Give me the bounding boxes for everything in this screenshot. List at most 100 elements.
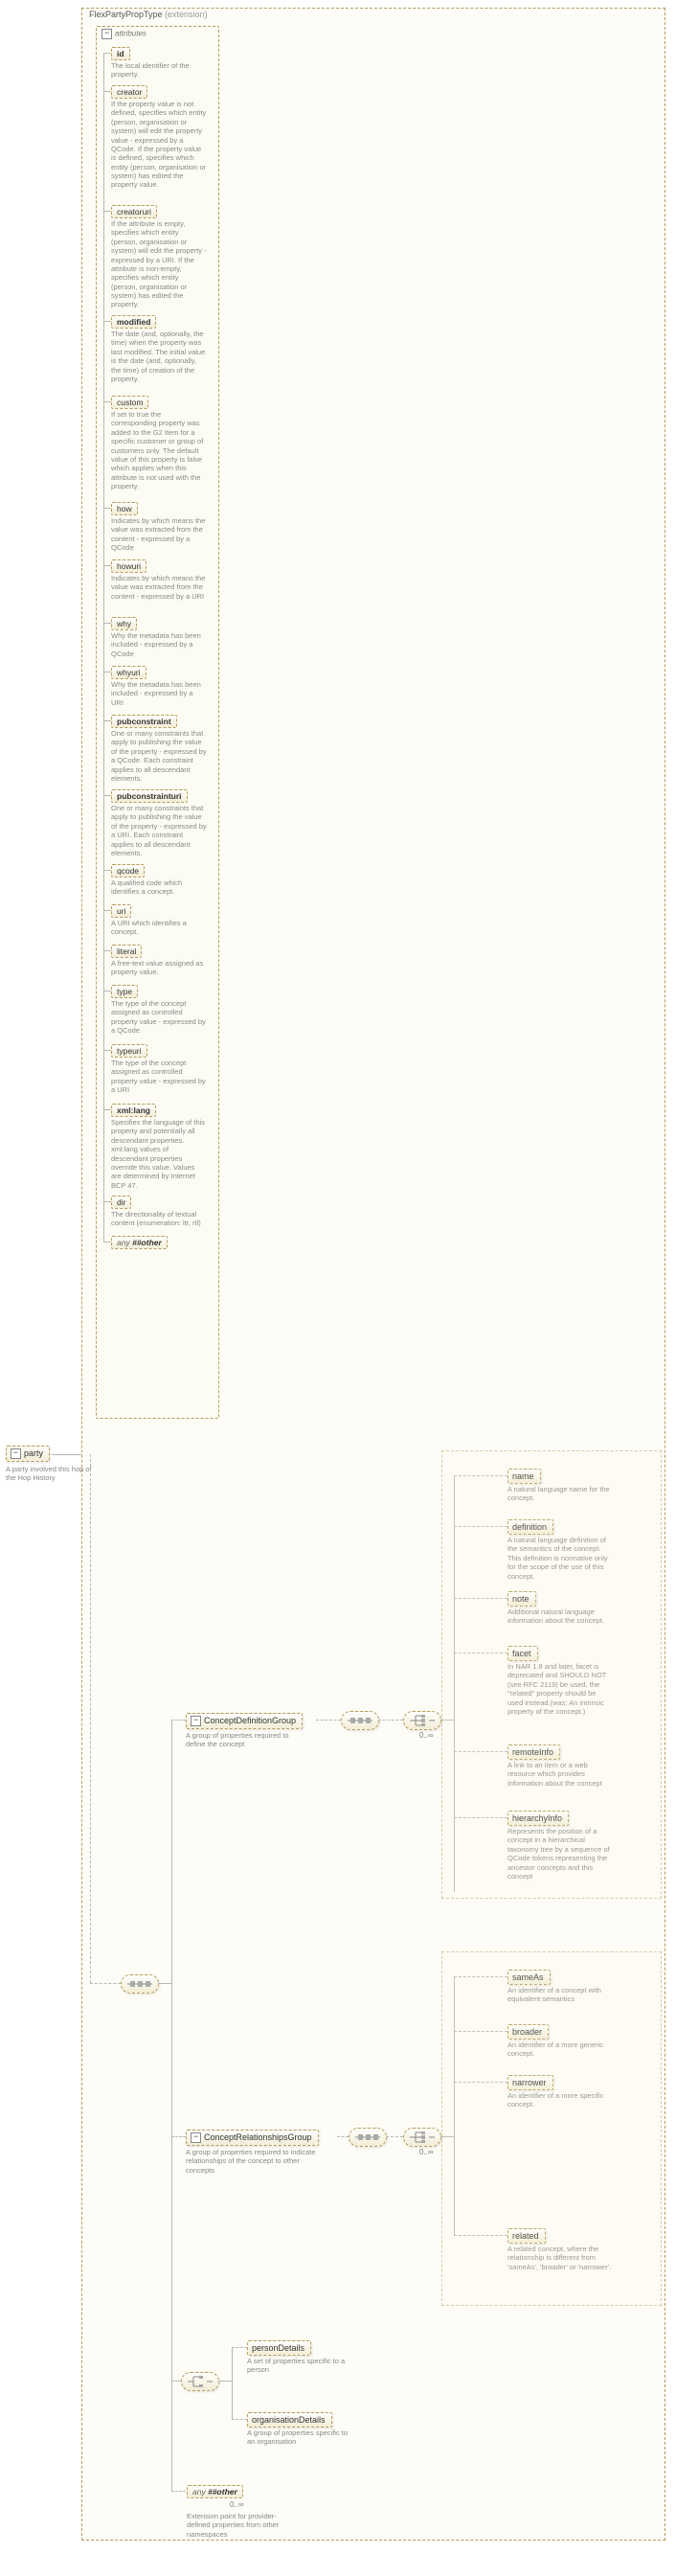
attr-xmllang[interactable]: xml:lang [111,1104,156,1117]
group-box-cdg [441,1450,662,1899]
attr-typeuri-label: typeuri [117,1046,142,1056]
connector [232,2419,247,2420]
connector [103,870,111,871]
node-organisationdetails-label: organisationDetails [252,2415,326,2425]
attr-pubconstrainturi[interactable]: pubconstrainturi [111,789,188,803]
node-conceptrelationshipsgroup[interactable]: −ConceptRelationshipsGroup [186,2130,319,2146]
connector [103,321,111,322]
attr-how-desc: Indicates by which means the value was e… [111,516,207,553]
node-any-other-desc: Extension point for provider-defined pro… [187,2512,292,2539]
attr-creator-desc: If the property value is not defined, sp… [111,100,207,190]
compositor-sequence-main[interactable] [121,1974,159,1994]
node-organisationdetails[interactable]: organisationDetails [247,2412,332,2428]
attr-qcode[interactable]: qcode [111,864,145,878]
attributes-label: −attributes [115,29,146,39]
attr-dir[interactable]: dir [111,1196,131,1209]
connector [52,1454,81,1455]
attr-pubconstraint[interactable]: pubconstraint [111,715,177,728]
attr-why[interactable]: why [111,617,137,630]
attr-why-desc: Why the metadata has been included - exp… [111,631,207,658]
collapse-icon[interactable]: − [191,1716,201,1726]
compositor-sequence-cdg[interactable] [341,1711,379,1730]
attr-qcode-label: qcode [117,866,139,876]
attr-modified[interactable]: modified [111,315,156,329]
attr-how-label: how [117,504,132,513]
sequence-icon [348,1715,372,1726]
attr-id[interactable]: id [111,47,130,60]
node-any-other[interactable]: any ##other [187,2485,243,2498]
connector [171,2381,181,2382]
connector [103,1050,111,1051]
group-box-crg [441,1951,662,2306]
attr-modified-desc: The date (and, optionally, the time) whe… [111,330,207,383]
attr-howuri[interactable]: howuri [111,559,146,573]
attr-dir-label: dir [117,1197,125,1207]
attr-how[interactable]: how [111,502,138,515]
node-organisationdetails-desc: A group of properties specific to an org… [247,2428,352,2447]
collapse-icon[interactable]: − [101,29,112,39]
connector [103,720,111,721]
node-party[interactable]: −party [6,1446,50,1462]
connector [171,2491,186,2492]
collapse-icon[interactable]: − [11,1448,21,1459]
compositor-choice-entity[interactable] [181,2372,219,2391]
sequence-icon [127,1978,152,1990]
extension-title: FlexPartyPropType (extension) [89,10,208,19]
attr-any-label: ##other [132,1238,162,1247]
attr-whyuri[interactable]: whyuri [111,666,146,679]
attr-type[interactable]: type [111,985,138,998]
connector [232,2347,247,2348]
crg-desc: A group of properties required to indica… [186,2148,329,2175]
attr-uri[interactable]: uri [111,904,131,918]
connector [103,910,111,911]
attr-custom[interactable]: custom [111,396,148,409]
attr-custom-desc: If set to true the corresponding propert… [111,410,207,490]
crg-label: ConceptRelationshipsGroup [204,2132,312,2142]
attr-modified-label: modified [117,317,150,327]
attr-type-desc: The type of the concept assigned as cont… [111,999,207,1036]
attr-creatoruri[interactable]: creatoruri [111,205,157,218]
connector [378,1720,403,1721]
attr-whyuri-label: whyuri [117,668,141,677]
connector [103,401,111,402]
attr-creator[interactable]: creator [111,85,147,99]
connector [386,2136,403,2137]
attr-uri-label: uri [117,906,125,916]
attr-any[interactable]: any ##other [111,1236,168,1249]
attr-pubconstrainturi-desc: One or many constraints that apply to pu… [111,804,207,857]
attr-pubconstraint-desc: One or many constraints that apply to pu… [111,729,207,783]
attr-literal[interactable]: literal [111,945,142,958]
collapse-icon[interactable]: − [191,2132,201,2143]
attr-xmllang-label: xml:lang [117,1106,150,1115]
connector [171,1720,186,1721]
attr-typeuri-desc: The type of the concept assigned as cont… [111,1059,207,1095]
attr-id-label: id [117,49,124,58]
node-persondetails[interactable]: personDetails [247,2340,311,2356]
compositor-sequence-crg[interactable] [349,2128,387,2147]
compositor-choice-cdg[interactable] [403,1711,441,1730]
attr-id-desc: The local identifier of the property. [111,61,207,80]
connector [103,508,111,509]
connector [90,1983,121,1984]
connector [103,950,111,951]
compositor-choice-crg[interactable] [403,2128,441,2147]
connector [103,565,111,566]
card-crg: 0..∞ [419,2148,434,2156]
cdg-desc: A group of properties required to define… [186,1731,310,1749]
attr-creatoruri-label: creatoruri [117,207,151,217]
attr-pubconstraint-label: pubconstraint [117,717,171,726]
connector [158,1983,171,1984]
node-persondetails-label: personDetails [252,2343,304,2353]
attr-typeuri[interactable]: typeuri [111,1044,147,1058]
node-conceptdefinitiongroup[interactable]: −ConceptDefinitionGroup [186,1713,303,1729]
connector [103,1201,111,1202]
attr-uri-desc: A URI which identifies a concept. [111,919,207,937]
any-word: any [192,2487,206,2496]
attributes-label-text: attributes [115,30,146,38]
attr-type-label: type [117,987,132,996]
connector [218,2381,232,2382]
choice-icon [188,2376,213,2387]
cdg-label: ConceptDefinitionGroup [204,1716,296,1725]
card-cdg: 0..∞ [419,1731,434,1740]
attr-whyuri-desc: Why the metadata has been included - exp… [111,680,207,707]
